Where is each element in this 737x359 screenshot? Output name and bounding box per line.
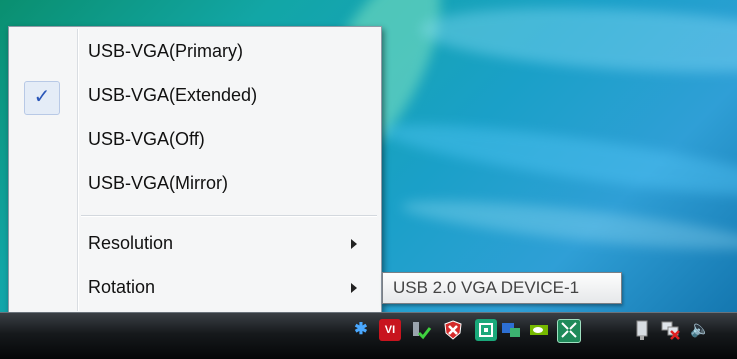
power-plug-icon[interactable] — [632, 319, 654, 341]
display-icon[interactable] — [500, 319, 522, 341]
submenu-arrow-icon — [351, 283, 357, 293]
submenu-arrow-icon — [351, 239, 357, 249]
menu-item-extended[interactable]: ✓ USB-VGA(Extended) — [11, 77, 377, 117]
menu-item-label: USB-VGA(Mirror) — [88, 173, 228, 193]
menu-item-mirror[interactable]: USB-VGA(Mirror) — [11, 165, 377, 205]
volume-icon[interactable]: 🔈 — [689, 319, 711, 341]
vga-device-icon[interactable]: VI — [379, 319, 401, 341]
network-disconnected-icon[interactable] — [660, 319, 682, 341]
nvidia-icon[interactable] — [528, 319, 550, 341]
tray-tooltip: USB 2.0 VGA DEVICE-1 — [382, 272, 622, 304]
menu-item-label: USB-VGA(Off) — [88, 129, 205, 149]
bluetooth-icon[interactable]: ✱ — [350, 319, 372, 341]
desktop-light-streak — [399, 191, 737, 259]
menu-item-resolution[interactable]: Resolution — [11, 225, 377, 265]
desktop-light-streak — [379, 110, 737, 210]
desktop-light-streak — [418, 0, 737, 81]
menu-item-label: Resolution — [88, 233, 174, 253]
menu-item-label: USB-VGA(Primary) — [88, 41, 244, 61]
usb-vga-context-menu: USB-VGA(Primary) ✓ USB-VGA(Extended) USB… — [8, 26, 382, 314]
menu-item-label: USB-VGA(Extended) — [88, 85, 258, 105]
menu-item-label: Rotation — [88, 277, 156, 297]
menu-item-rotation[interactable]: Rotation — [11, 269, 377, 309]
taskbar: ✱ VI 🔈 — [0, 312, 737, 359]
checkmark-icon: ✓ — [24, 81, 60, 115]
menu-item-primary[interactable]: USB-VGA(Primary) — [11, 33, 377, 73]
sync-icon[interactable] — [475, 319, 497, 341]
network-check-icon[interactable] — [410, 319, 432, 341]
screen-resize-icon[interactable] — [557, 319, 581, 343]
menu-item-off[interactable]: USB-VGA(Off) — [11, 121, 377, 161]
security-alert-icon[interactable] — [442, 319, 464, 341]
